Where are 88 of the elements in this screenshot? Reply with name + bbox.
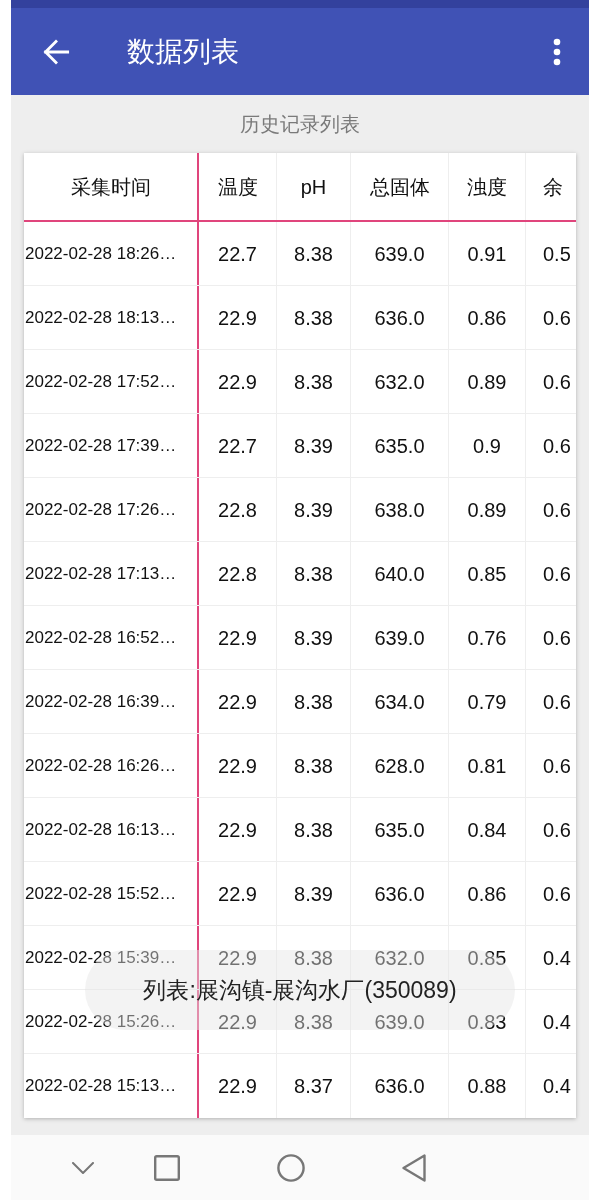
column-header: 总固体 <box>351 153 449 220</box>
table-cell: 0.89 <box>449 350 526 413</box>
table-cell: 22.8 <box>199 478 277 541</box>
table-cell: 8.38 <box>277 286 351 349</box>
table-cell-text: 0.4 <box>542 1009 572 1035</box>
list-subtitle: 历史记录列表 <box>240 112 360 137</box>
table-cell: 628.0 <box>351 734 449 797</box>
table-cell: 22.8 <box>199 542 277 605</box>
column-header: 余 <box>542 174 564 200</box>
table-cell: 22.7 <box>199 222 277 285</box>
chevron-down-icon[interactable] <box>72 1161 94 1174</box>
table-cell-text: 0.6 <box>542 433 572 459</box>
table-cell-text: 0.6 <box>542 625 572 651</box>
more-options-icon[interactable] <box>553 37 561 66</box>
table-cell: 638.0 <box>351 478 449 541</box>
column-header: 温度 <box>199 153 277 220</box>
table-cell: 0.86 <box>449 286 526 349</box>
table-cell: 8.38 <box>277 350 351 413</box>
table-cell: 8.38 <box>277 222 351 285</box>
table-cell: 8.38 <box>277 798 351 861</box>
column-header: pH <box>277 153 351 220</box>
table-cell: 636.0 <box>351 286 449 349</box>
home-icon[interactable] <box>277 1153 305 1182</box>
table-cell: 22.9 <box>199 286 277 349</box>
table-cell: 0.76 <box>449 606 526 669</box>
table-cell-text: 0.6 <box>542 753 572 779</box>
table-cell-text: 0.6 <box>542 817 572 843</box>
time-cell: 2022-02-28 16:39… <box>24 670 199 733</box>
time-cell: 2022-02-28 15:13… <box>24 1054 199 1118</box>
table-cell: 636.0 <box>351 862 449 925</box>
table-cell-text: 0.6 <box>542 497 572 523</box>
table-cell-text: 0.4 <box>542 1074 572 1099</box>
table-cell: 22.9 <box>199 350 277 413</box>
table-cell-text: 0.5 <box>542 241 572 267</box>
table-cell: 634.0 <box>351 670 449 733</box>
table-cell: 0.88 <box>449 1054 526 1118</box>
back-icon[interactable] <box>42 37 70 66</box>
table-cell: 8.39 <box>277 862 351 925</box>
table-cell: 22.9 <box>199 606 277 669</box>
table-cell: 8.39 <box>277 606 351 669</box>
table-cell: 8.38 <box>277 542 351 605</box>
time-cell: 2022-02-28 17:39… <box>24 414 199 477</box>
table-cell: 0.79 <box>449 670 526 733</box>
app-title: 数据列表 <box>127 34 239 69</box>
table-cell: 636.0 <box>351 1054 449 1118</box>
time-cell: 2022-02-28 18:26… <box>24 222 199 285</box>
table-cell: 0.9 <box>449 414 526 477</box>
table-cell: 22.9 <box>199 734 277 797</box>
table-cell: 0.81 <box>449 734 526 797</box>
time-cell: 2022-02-28 16:26… <box>24 734 199 797</box>
table-cell: 22.9 <box>199 1054 277 1118</box>
table-cell-text: 0.6 <box>542 305 572 331</box>
table-cell: 0.84 <box>449 798 526 861</box>
table-cell-text: 0.6 <box>542 689 572 715</box>
column-header: 采集时间 <box>24 153 199 220</box>
table-cell: 635.0 <box>351 798 449 861</box>
time-cell: 2022-02-28 17:52… <box>24 350 199 413</box>
time-cell: 2022-02-28 16:52… <box>24 606 199 669</box>
table-cell: 639.0 <box>351 222 449 285</box>
table-cell: 639.0 <box>351 606 449 669</box>
table-cell: 635.0 <box>351 414 449 477</box>
table-cell: 22.9 <box>199 862 277 925</box>
time-cell: 2022-02-28 17:26… <box>24 478 199 541</box>
table-cell-text: 0.6 <box>542 369 572 395</box>
time-cell: 2022-02-28 15:52… <box>24 862 199 925</box>
table-cell: 640.0 <box>351 542 449 605</box>
table-cell: 0.85 <box>449 542 526 605</box>
back-nav-icon[interactable] <box>402 1153 426 1182</box>
table-cell: 0.91 <box>449 222 526 285</box>
table-cell: 0.89 <box>449 478 526 541</box>
table-cell-text: 0.6 <box>542 881 572 907</box>
table-cell: 8.39 <box>277 414 351 477</box>
column-header: 浊度 <box>449 153 526 220</box>
table-cell: 22.7 <box>199 414 277 477</box>
recent-apps-icon[interactable] <box>154 1154 180 1181</box>
time-cell: 2022-02-28 17:13… <box>24 542 199 605</box>
time-cell: 2022-02-28 16:13… <box>24 798 199 861</box>
table-cell: 22.9 <box>199 798 277 861</box>
table-cell: 8.38 <box>277 670 351 733</box>
table-cell-text: 0.4 <box>542 945 572 971</box>
table-cell: 8.37 <box>277 1054 351 1118</box>
table-cell: 8.38 <box>277 734 351 797</box>
table-cell: 8.39 <box>277 478 351 541</box>
time-cell: 2022-02-28 18:13… <box>24 286 199 349</box>
table-cell: 22.9 <box>199 670 277 733</box>
table-cell-text: 0.6 <box>542 561 572 587</box>
table-cell: 0.86 <box>449 862 526 925</box>
table-cell: 632.0 <box>351 350 449 413</box>
